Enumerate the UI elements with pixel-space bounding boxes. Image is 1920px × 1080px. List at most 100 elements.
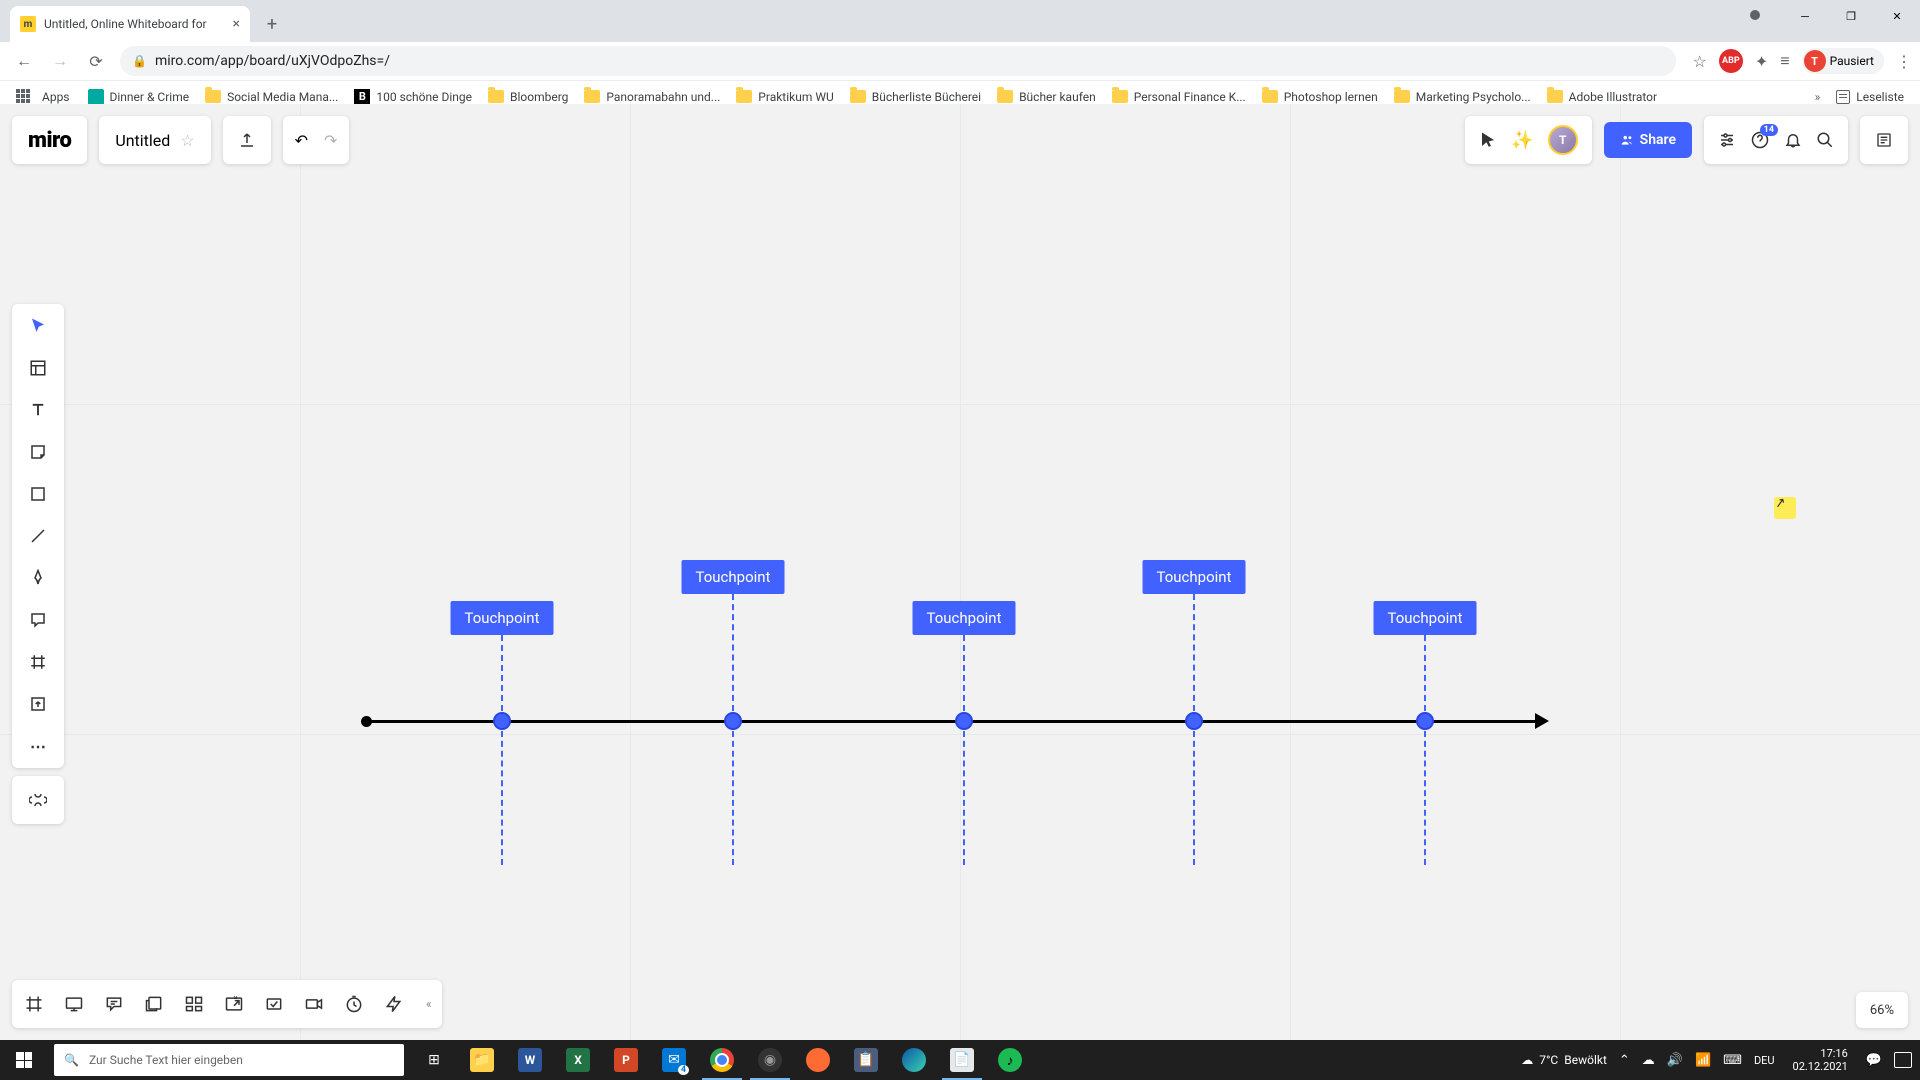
onedrive-icon[interactable]: ☁ [1642, 1053, 1655, 1068]
browser-menu-button[interactable]: ⋮ [1896, 52, 1912, 71]
timeline-node[interactable] [724, 712, 742, 730]
profile-status: Pausiert [1830, 54, 1874, 68]
profile-avatar: T [1804, 50, 1826, 72]
connector-line[interactable] [732, 594, 734, 711]
recording-indicator [1750, 10, 1760, 20]
volume-icon[interactable]: 🔊 [1667, 1053, 1683, 1068]
maximize-button[interactable]: ❐ [1828, 0, 1874, 32]
action-center-icon[interactable] [1894, 1052, 1912, 1068]
bookmark-label: Bücher kaufen [1019, 90, 1096, 104]
bookmark-label: Personal Finance K... [1134, 90, 1246, 104]
task-view-button[interactable]: ⊞ [410, 1040, 458, 1080]
bookmark-label: Bloomberg [510, 90, 568, 104]
url-text: miro.com/app/board/uXjVOdpoZhs=/ [155, 53, 390, 69]
tray-chevron-icon[interactable]: ⌃ [1619, 1053, 1630, 1068]
spotify-icon[interactable]: ♪ [986, 1040, 1034, 1080]
explorer-icon[interactable]: 📁 [458, 1040, 506, 1080]
folder-icon [997, 90, 1013, 103]
bookmark-label: Social Media Mana... [227, 90, 338, 104]
touchpoint-box[interactable]: Touchpoint [451, 601, 554, 635]
start-button[interactable] [0, 1040, 48, 1080]
bookmarks-overflow[interactable]: » [1815, 90, 1821, 104]
mouse-cursor-highlight [1774, 497, 1796, 519]
windows-taskbar: 🔍 Zur Suche Text hier eingeben ⊞ 📁 W X P… [0, 1040, 1920, 1080]
app-icon-1[interactable] [794, 1040, 842, 1080]
folder-icon [1394, 90, 1410, 103]
system-tray: ☁ 7°C Bewölkt ⌃ ☁ 🔊 📶 ⌨ DEU 17:16 02.12.… [1521, 1047, 1920, 1073]
address-bar-row: ← → ⟳ 🔒 miro.com/app/board/uXjVOdpoZhs=/… [0, 42, 1920, 80]
connector-line[interactable] [1193, 731, 1195, 865]
timeline-node[interactable] [1416, 712, 1434, 730]
new-tab-button[interactable]: + [258, 10, 286, 38]
edge-icon[interactable] [890, 1040, 938, 1080]
star-icon[interactable]: ☆ [1692, 52, 1706, 71]
search-icon: 🔍 [64, 1053, 79, 1067]
extensions-icon[interactable]: ✦ [1755, 52, 1768, 71]
powerpoint-icon[interactable]: P [602, 1040, 650, 1080]
excel-icon[interactable]: X [554, 1040, 602, 1080]
taskbar-search[interactable]: 🔍 Zur Suche Text hier eingeben [54, 1044, 404, 1076]
keyboard-icon[interactable]: ⌨ [1723, 1053, 1742, 1068]
bookmark-label: Marketing Psycholo... [1416, 90, 1531, 104]
app-icon-2[interactable]: 📋 [842, 1040, 890, 1080]
connector-line[interactable] [963, 731, 965, 865]
timeline-node[interactable] [1185, 712, 1203, 730]
window-controls: ─ ❐ ✕ [1782, 0, 1920, 32]
apps-icon [16, 89, 32, 105]
word-icon[interactable]: W [506, 1040, 554, 1080]
bookmark-favicon: B [354, 89, 370, 105]
clock[interactable]: 17:16 02.12.2021 [1787, 1047, 1854, 1073]
connector-line[interactable] [1193, 594, 1195, 711]
reading-mode-icon[interactable]: ≡ [1780, 51, 1789, 71]
connector-line[interactable] [963, 635, 965, 711]
mail-icon[interactable]: ✉4 [650, 1040, 698, 1080]
lock-icon: 🔒 [132, 54, 147, 68]
connector-line[interactable] [1424, 635, 1426, 711]
bookmark-label: Photoshop lernen [1284, 90, 1378, 104]
touchpoint-box[interactable]: Touchpoint [1374, 601, 1477, 635]
bookmark-label: Praktikum WU [758, 90, 833, 104]
touchpoint-box[interactable]: Touchpoint [682, 560, 785, 594]
browser-chrome: m Untitled, Online Whiteboard for × + ─ … [0, 0, 1920, 104]
bookmark-label: Dinner & Crime [110, 90, 190, 104]
reading-list-icon [1836, 90, 1850, 104]
timeline-node[interactable] [493, 712, 511, 730]
forward-button[interactable]: → [44, 45, 76, 77]
address-bar[interactable]: 🔒 miro.com/app/board/uXjVOdpoZhs=/ [120, 46, 1676, 76]
touchpoint-box[interactable]: Touchpoint [1143, 560, 1246, 594]
connector-line[interactable] [501, 635, 503, 711]
windows-logo-icon [16, 1052, 32, 1068]
weather-widget[interactable]: ☁ 7°C Bewölkt [1521, 1053, 1607, 1067]
timeline-node[interactable] [955, 712, 973, 730]
bookmark-label: Bücherliste Bücherei [872, 90, 981, 104]
canvas[interactable]: Touchpoint Touchpoint Touchpoint Touchpoint… [0, 104, 1920, 1040]
profile-badge[interactable]: T Pausiert [1802, 48, 1884, 74]
chat-tray-icon[interactable]: 💬 [1866, 1053, 1882, 1068]
obs-icon[interactable]: ◉ [746, 1040, 794, 1080]
language-indicator[interactable]: DEU [1754, 1054, 1775, 1067]
cloud-icon: ☁ [1521, 1053, 1533, 1067]
miro-favicon: m [20, 16, 36, 32]
chrome-icon[interactable] [698, 1040, 746, 1080]
tab-close-button[interactable]: × [233, 16, 240, 32]
minimize-button[interactable]: ─ [1782, 0, 1828, 32]
folder-icon [488, 90, 504, 103]
browser-tab[interactable]: m Untitled, Online Whiteboard for × [10, 6, 250, 42]
miro-app: miro Untitled ☆ ↶ ↷ ✨ T Share [0, 104, 1920, 1040]
touchpoint-box[interactable]: Touchpoint [913, 601, 1016, 635]
folder-icon [1262, 90, 1278, 103]
connector-line[interactable] [501, 731, 503, 865]
timeline-arrow[interactable] [363, 720, 1539, 723]
reload-button[interactable]: ⟳ [80, 45, 112, 77]
connector-line[interactable] [732, 731, 734, 865]
close-window-button[interactable]: ✕ [1874, 0, 1920, 32]
folder-icon [1112, 90, 1128, 103]
back-button[interactable]: ← [8, 45, 40, 77]
folder-icon [205, 90, 221, 103]
connector-line[interactable] [1424, 731, 1426, 865]
wifi-icon[interactable]: 📶 [1695, 1053, 1711, 1068]
folder-icon [850, 90, 866, 103]
notepad-icon[interactable]: 📄 [938, 1040, 986, 1080]
tab-title: Untitled, Online Whiteboard for [44, 17, 225, 31]
abp-extension-icon[interactable]: ABP [1719, 49, 1743, 73]
